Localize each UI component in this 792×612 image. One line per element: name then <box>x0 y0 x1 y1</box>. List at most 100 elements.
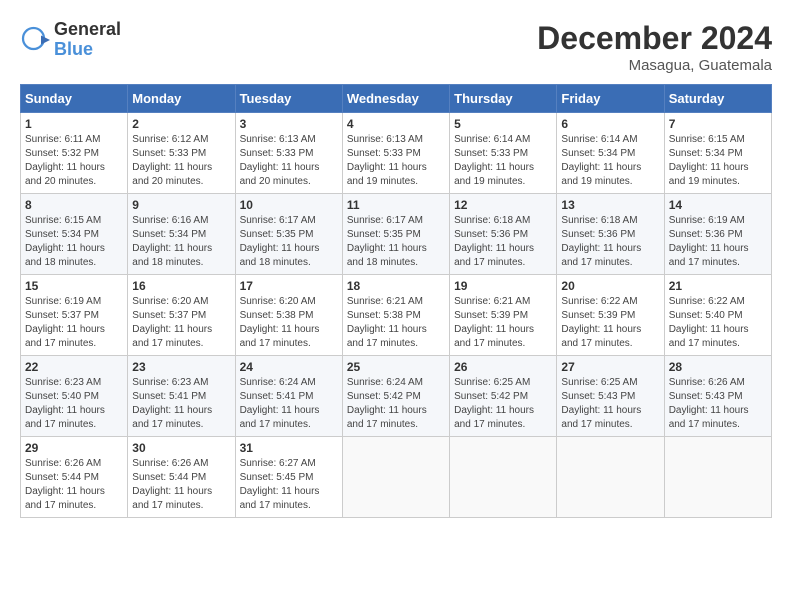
calendar-cell: 19Sunrise: 6:21 AM Sunset: 5:39 PM Dayli… <box>450 275 557 356</box>
day-info: Sunrise: 6:22 AM Sunset: 5:39 PM Dayligh… <box>561 295 659 351</box>
day-number: 14 <box>669 198 767 212</box>
calendar-cell: 23Sunrise: 6:23 AM Sunset: 5:41 PM Dayli… <box>128 356 235 437</box>
day-number: 2 <box>132 117 230 131</box>
calendar-cell <box>557 437 664 518</box>
day-number: 6 <box>561 117 659 131</box>
day-info: Sunrise: 6:12 AM Sunset: 5:33 PM Dayligh… <box>132 133 230 189</box>
calendar-week-row: 1 Sunrise: 6:11 AM Sunset: 5:32 PM Daylig… <box>21 113 772 194</box>
day-info: Sunrise: 6:17 AM Sunset: 5:35 PM Dayligh… <box>240 214 338 270</box>
calendar-cell: 8 Sunrise: 6:15 AM Sunset: 5:34 PM Daylig… <box>21 194 128 275</box>
day-info: Sunrise: 6:13 AM Sunset: 5:33 PM Dayligh… <box>347 133 445 189</box>
day-number: 31 <box>240 441 338 455</box>
logo: General Blue <box>20 20 121 60</box>
logo-icon <box>20 25 50 55</box>
day-number: 4 <box>347 117 445 131</box>
day-number: 16 <box>132 279 230 293</box>
day-number: 24 <box>240 360 338 374</box>
logo-general-text: General <box>54 20 121 40</box>
day-info: Sunrise: 6:24 AM Sunset: 5:42 PM Dayligh… <box>347 376 445 432</box>
calendar-cell: 7 Sunrise: 6:15 AM Sunset: 5:34 PM Daylig… <box>664 113 771 194</box>
page-header: General Blue December 2024 Masagua, Guat… <box>20 20 772 74</box>
day-info: Sunrise: 6:18 AM Sunset: 5:36 PM Dayligh… <box>561 214 659 270</box>
location-text: Masagua, Guatemala <box>537 57 772 74</box>
day-number: 12 <box>454 198 552 212</box>
day-info: Sunrise: 6:18 AM Sunset: 5:36 PM Dayligh… <box>454 214 552 270</box>
calendar-cell: 3 Sunrise: 6:13 AM Sunset: 5:33 PM Daylig… <box>235 113 342 194</box>
calendar-cell: 20 Sunrise: 6:22 AM Sunset: 5:39 PM Dayli… <box>557 275 664 356</box>
calendar-week-row: 8 Sunrise: 6:15 AM Sunset: 5:34 PM Daylig… <box>21 194 772 275</box>
day-info: Sunrise: 6:19 AM Sunset: 5:36 PM Dayligh… <box>669 214 767 270</box>
day-number: 21 <box>669 279 767 293</box>
calendar-cell <box>664 437 771 518</box>
day-info: Sunrise: 6:21 AM Sunset: 5:38 PM Dayligh… <box>347 295 445 351</box>
day-number: 20 <box>561 279 659 293</box>
day-number: 28 <box>669 360 767 374</box>
calendar-cell: 24 Sunrise: 6:24 AM Sunset: 5:41 PM Dayli… <box>235 356 342 437</box>
month-title: December 2024 <box>537 20 772 57</box>
day-number: 26 <box>454 360 552 374</box>
calendar-cell: 16 Sunrise: 6:20 AM Sunset: 5:37 PM Dayli… <box>128 275 235 356</box>
calendar-cell: 13 Sunrise: 6:18 AM Sunset: 5:36 PM Dayli… <box>557 194 664 275</box>
day-number: 27 <box>561 360 659 374</box>
day-info: Sunrise: 6:14 AM Sunset: 5:33 PM Dayligh… <box>454 133 552 189</box>
day-number: 15 <box>25 279 123 293</box>
calendar-cell: 14 Sunrise: 6:19 AM Sunset: 5:36 PM Dayli… <box>664 194 771 275</box>
day-info: Sunrise: 6:24 AM Sunset: 5:41 PM Dayligh… <box>240 376 338 432</box>
weekday-header-row: SundayMondayTuesdayWednesdayThursdayFrid… <box>21 85 772 113</box>
day-info: Sunrise: 6:15 AM Sunset: 5:34 PM Dayligh… <box>25 214 123 270</box>
day-info: Sunrise: 6:26 AM Sunset: 5:44 PM Dayligh… <box>132 457 230 513</box>
calendar-cell: 17 Sunrise: 6:20 AM Sunset: 5:38 PM Dayli… <box>235 275 342 356</box>
calendar-cell: 5 Sunrise: 6:14 AM Sunset: 5:33 PM Daylig… <box>450 113 557 194</box>
day-number: 1 <box>25 117 123 131</box>
day-number: 13 <box>561 198 659 212</box>
calendar-week-row: 15Sunrise: 6:19 AM Sunset: 5:37 PM Dayli… <box>21 275 772 356</box>
day-number: 19 <box>454 279 552 293</box>
calendar-cell: 1 Sunrise: 6:11 AM Sunset: 5:32 PM Daylig… <box>21 113 128 194</box>
day-info: Sunrise: 6:23 AM Sunset: 5:41 PM Dayligh… <box>132 376 230 432</box>
day-info: Sunrise: 6:15 AM Sunset: 5:34 PM Dayligh… <box>669 133 767 189</box>
day-number: 11 <box>347 198 445 212</box>
calendar-cell: 6Sunrise: 6:14 AM Sunset: 5:34 PM Daylig… <box>557 113 664 194</box>
day-number: 25 <box>347 360 445 374</box>
weekday-header-wednesday: Wednesday <box>342 85 449 113</box>
day-number: 7 <box>669 117 767 131</box>
calendar-cell: 29Sunrise: 6:26 AM Sunset: 5:44 PM Dayli… <box>21 437 128 518</box>
day-number: 17 <box>240 279 338 293</box>
day-number: 5 <box>454 117 552 131</box>
calendar-cell: 22Sunrise: 6:23 AM Sunset: 5:40 PM Dayli… <box>21 356 128 437</box>
calendar-cell <box>450 437 557 518</box>
weekday-header-sunday: Sunday <box>21 85 128 113</box>
day-number: 8 <box>25 198 123 212</box>
day-info: Sunrise: 6:16 AM Sunset: 5:34 PM Dayligh… <box>132 214 230 270</box>
weekday-header-thursday: Thursday <box>450 85 557 113</box>
calendar-cell: 26Sunrise: 6:25 AM Sunset: 5:42 PM Dayli… <box>450 356 557 437</box>
calendar-cell: 15Sunrise: 6:19 AM Sunset: 5:37 PM Dayli… <box>21 275 128 356</box>
day-info: Sunrise: 6:11 AM Sunset: 5:32 PM Dayligh… <box>25 133 123 189</box>
calendar-cell: 4 Sunrise: 6:13 AM Sunset: 5:33 PM Daylig… <box>342 113 449 194</box>
weekday-header-friday: Friday <box>557 85 664 113</box>
day-info: Sunrise: 6:27 AM Sunset: 5:45 PM Dayligh… <box>240 457 338 513</box>
calendar-cell: 12 Sunrise: 6:18 AM Sunset: 5:36 PM Dayli… <box>450 194 557 275</box>
day-number: 3 <box>240 117 338 131</box>
calendar-cell: 21 Sunrise: 6:22 AM Sunset: 5:40 PM Dayli… <box>664 275 771 356</box>
weekday-header-monday: Monday <box>128 85 235 113</box>
day-info: Sunrise: 6:25 AM Sunset: 5:43 PM Dayligh… <box>561 376 659 432</box>
calendar-cell: 18Sunrise: 6:21 AM Sunset: 5:38 PM Dayli… <box>342 275 449 356</box>
calendar-table: SundayMondayTuesdayWednesdayThursdayFrid… <box>20 84 772 518</box>
calendar-cell: 28 Sunrise: 6:26 AM Sunset: 5:43 PM Dayli… <box>664 356 771 437</box>
day-info: Sunrise: 6:17 AM Sunset: 5:35 PM Dayligh… <box>347 214 445 270</box>
day-info: Sunrise: 6:13 AM Sunset: 5:33 PM Dayligh… <box>240 133 338 189</box>
day-number: 29 <box>25 441 123 455</box>
day-info: Sunrise: 6:22 AM Sunset: 5:40 PM Dayligh… <box>669 295 767 351</box>
calendar-cell: 30 Sunrise: 6:26 AM Sunset: 5:44 PM Dayli… <box>128 437 235 518</box>
calendar-cell <box>342 437 449 518</box>
calendar-cell: 10Sunrise: 6:17 AM Sunset: 5:35 PM Dayli… <box>235 194 342 275</box>
day-info: Sunrise: 6:20 AM Sunset: 5:38 PM Dayligh… <box>240 295 338 351</box>
day-number: 30 <box>132 441 230 455</box>
calendar-week-row: 29 Sunrise: 6:26 AM Sunset: 5:44 PM Dayli… <box>21 437 772 518</box>
day-info: Sunrise: 6:20 AM Sunset: 5:37 PM Dayligh… <box>132 295 230 351</box>
day-info: Sunrise: 6:23 AM Sunset: 5:40 PM Dayligh… <box>25 376 123 432</box>
weekday-header-saturday: Saturday <box>664 85 771 113</box>
day-info: Sunrise: 6:26 AM Sunset: 5:43 PM Dayligh… <box>669 376 767 432</box>
day-number: 9 <box>132 198 230 212</box>
